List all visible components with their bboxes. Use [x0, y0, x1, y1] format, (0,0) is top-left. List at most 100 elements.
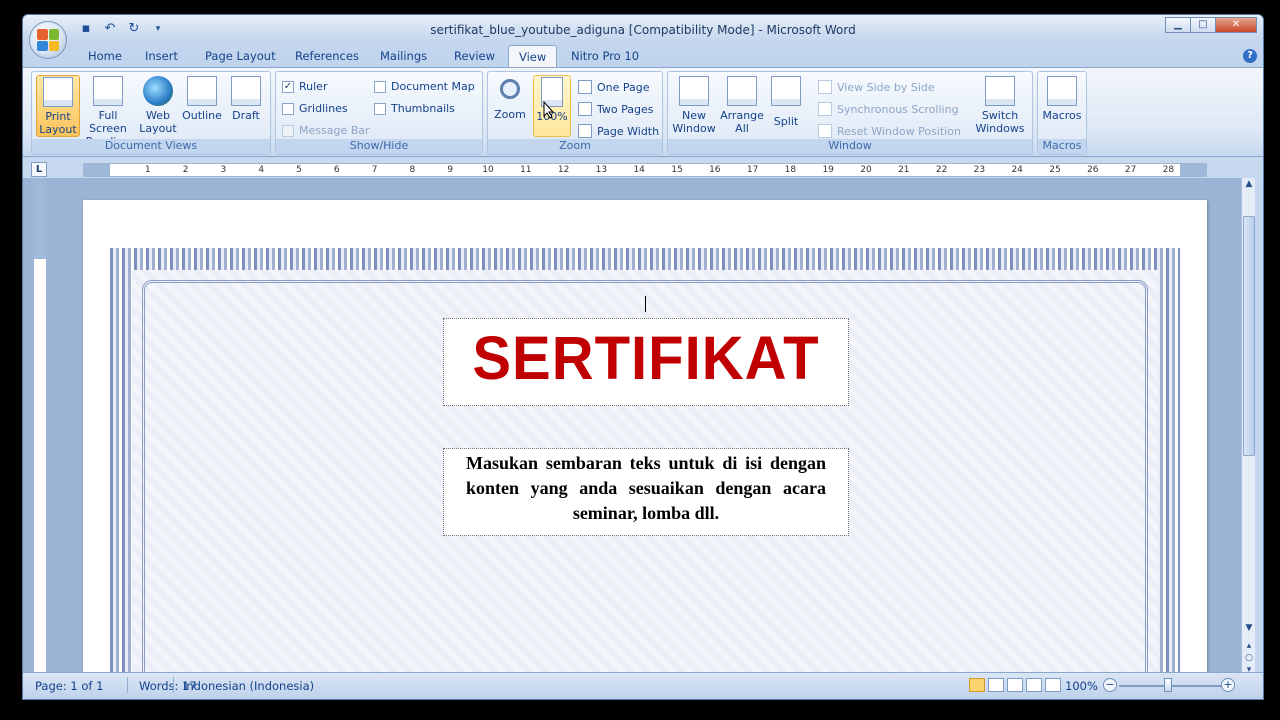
ruler-number: 13	[595, 165, 608, 175]
title-bar: ▪ ↶ ↻ ▾ sertifikat_blue_youtube_adiguna …	[23, 15, 1263, 59]
horizontal-ruler[interactable]: 1 2 3 4 5 6 7 8 9 10 11 12 13 14 15 16 17 18 19 20 21 22 23 24 2…	[83, 163, 1207, 177]
zoom-slider[interactable]	[1119, 685, 1229, 687]
zoom-level[interactable]: 100%	[1065, 679, 1098, 693]
group-macros: Macros Macros	[1037, 71, 1087, 155]
web-layout-icon	[143, 76, 173, 106]
window-controls: ▁ □ ✕	[1165, 17, 1257, 33]
group-zoom: Zoom 100% One Page Two Pages Page Width …	[487, 71, 663, 155]
ruler-number: 26	[1087, 165, 1099, 175]
new-window-icon	[679, 76, 709, 106]
print-layout-button[interactable]: Print Layout	[36, 75, 80, 137]
scroll-up-icon[interactable]: ▲	[1243, 178, 1255, 190]
document-page[interactable]: SERTIFIKAT Masukan sembaran teks untuk d…	[83, 200, 1207, 674]
group-label-show-hide: Show/Hide	[276, 139, 482, 154]
zoom-out-icon[interactable]: −	[1103, 678, 1117, 692]
tab-review[interactable]: Review	[454, 49, 495, 63]
tab-home[interactable]: Home	[88, 49, 122, 63]
page-count[interactable]: Page: 1 of 1	[35, 679, 103, 693]
ruler-number: 20	[860, 165, 872, 175]
scroll-down-icon[interactable]: ▼	[1243, 622, 1255, 634]
zoom-slider-thumb[interactable]	[1164, 678, 1172, 692]
new-window-button[interactable]: New Window	[670, 75, 718, 137]
ruler-number: 6	[333, 165, 340, 175]
side-by-side-icon	[818, 80, 832, 94]
reset-position-icon	[818, 124, 832, 138]
switch-windows-button[interactable]: Switch Windows	[970, 75, 1030, 137]
ruler-number: 5	[296, 165, 302, 175]
window-title: sertifikat_blue_youtube_adiguna [Compati…	[430, 23, 856, 37]
certificate-title: SERTIFIKAT	[472, 324, 820, 393]
ruler-number: 19	[822, 165, 834, 175]
maximize-button[interactable]: □	[1190, 17, 1216, 33]
ruler-number: 22	[935, 165, 948, 175]
tab-page-layout[interactable]: Page Layout	[205, 49, 276, 63]
draft-button[interactable]: Draft	[224, 75, 268, 137]
tab-nitro-pro[interactable]: Nitro Pro 10	[571, 49, 639, 63]
ruler-number: 28	[1162, 165, 1175, 175]
reset-window-position-button: Reset Window Position	[818, 124, 961, 138]
ruler-checkbox[interactable]: ✓ Ruler	[282, 80, 327, 93]
tab-view[interactable]: View	[508, 45, 558, 68]
ruler-number: 4	[258, 165, 265, 175]
zoom-button[interactable]: Zoom	[490, 75, 530, 137]
print-layout-icon	[43, 77, 73, 107]
ruler-number: 7	[371, 165, 378, 175]
ruler-row: L 1 2 3 4 5 6 7 8 9 10 11 12 13 14 15 16 17 18 19 20 21 22 23 2…	[23, 158, 1263, 178]
tab-references[interactable]: References	[295, 49, 359, 63]
office-logo-icon	[37, 29, 59, 51]
draft-view-icon[interactable]	[1045, 678, 1061, 692]
previous-page-icon[interactable]: ▴	[1243, 640, 1255, 652]
gridlines-checkbox[interactable]: Gridlines	[282, 102, 348, 115]
group-window: New Window Arrange All Split View Side b…	[667, 71, 1033, 155]
macros-button[interactable]: Macros	[1040, 75, 1084, 137]
draft-icon	[231, 76, 261, 106]
select-browse-object-icon[interactable]: ○	[1243, 652, 1255, 664]
ruler-number: 15	[671, 165, 683, 175]
close-button[interactable]: ✕	[1215, 17, 1257, 33]
outline-button[interactable]: Outline	[180, 75, 224, 137]
text-cursor	[645, 296, 646, 312]
tab-insert[interactable]: Insert	[145, 49, 178, 63]
split-button[interactable]: Split	[766, 75, 806, 137]
full-screen-reading-button[interactable]: Full Screen Reading	[82, 75, 134, 148]
ruler-number: 16	[709, 165, 721, 175]
ruler-number: 18	[784, 165, 797, 175]
web-layout-button[interactable]: Web Layout	[136, 75, 180, 137]
ruler-number: 17	[746, 165, 759, 175]
vertical-ruler[interactable]	[33, 178, 47, 674]
status-bar: Page: 1 of 1 Words: 17 Indonesian (Indon…	[23, 672, 1263, 699]
view-side-by-side-button: View Side by Side	[818, 80, 935, 94]
synchronous-scrolling-button: Synchronous Scrolling	[818, 102, 959, 116]
certificate-title-textbox[interactable]: SERTIFIKAT	[443, 318, 849, 406]
ribbon-tabs: Home Insert Page Layout References Maili…	[23, 45, 1263, 68]
tab-selector-button[interactable]: L	[31, 162, 47, 177]
vertical-scrollbar[interactable]: ▲ ▼ ▴ ○ ▾	[1241, 178, 1255, 675]
full-screen-view-icon[interactable]	[988, 678, 1004, 692]
scroll-thumb[interactable]	[1243, 216, 1255, 456]
language-indicator[interactable]: Indonesian (Indonesia)	[183, 679, 314, 693]
web-layout-view-icon[interactable]	[1007, 678, 1023, 692]
certificate-body-textbox[interactable]: Masukan sembaran teks untuk di isi denga…	[443, 448, 849, 536]
zoom-in-icon[interactable]: +	[1221, 678, 1235, 692]
group-label-macros: Macros	[1038, 139, 1086, 154]
document-map-checkbox[interactable]: Document Map	[374, 80, 475, 93]
group-label-document-views: Document Views	[32, 139, 270, 154]
sync-scroll-icon	[818, 102, 832, 116]
tab-mailings[interactable]: Mailings	[380, 49, 427, 63]
ruler-number: 25	[1049, 165, 1061, 175]
ruler-number: 2	[182, 165, 189, 175]
arrange-all-button[interactable]: Arrange All	[720, 75, 764, 137]
two-pages-button[interactable]: Two Pages	[578, 102, 653, 116]
office-button[interactable]	[29, 21, 67, 59]
print-layout-view-icon[interactable]	[969, 678, 985, 692]
ruler-number: 10	[482, 165, 494, 175]
help-icon[interactable]: ?	[1243, 49, 1257, 63]
view-shortcuts	[969, 678, 1061, 692]
one-page-button[interactable]: One Page	[578, 80, 650, 94]
minimize-button[interactable]: ▁	[1165, 17, 1191, 33]
outline-view-icon[interactable]	[1026, 678, 1042, 692]
page-width-button[interactable]: Page Width	[578, 124, 659, 138]
switch-windows-icon	[985, 76, 1015, 106]
thumbnails-checkbox[interactable]: Thumbnails	[374, 102, 455, 115]
mouse-pointer-icon	[543, 101, 555, 119]
